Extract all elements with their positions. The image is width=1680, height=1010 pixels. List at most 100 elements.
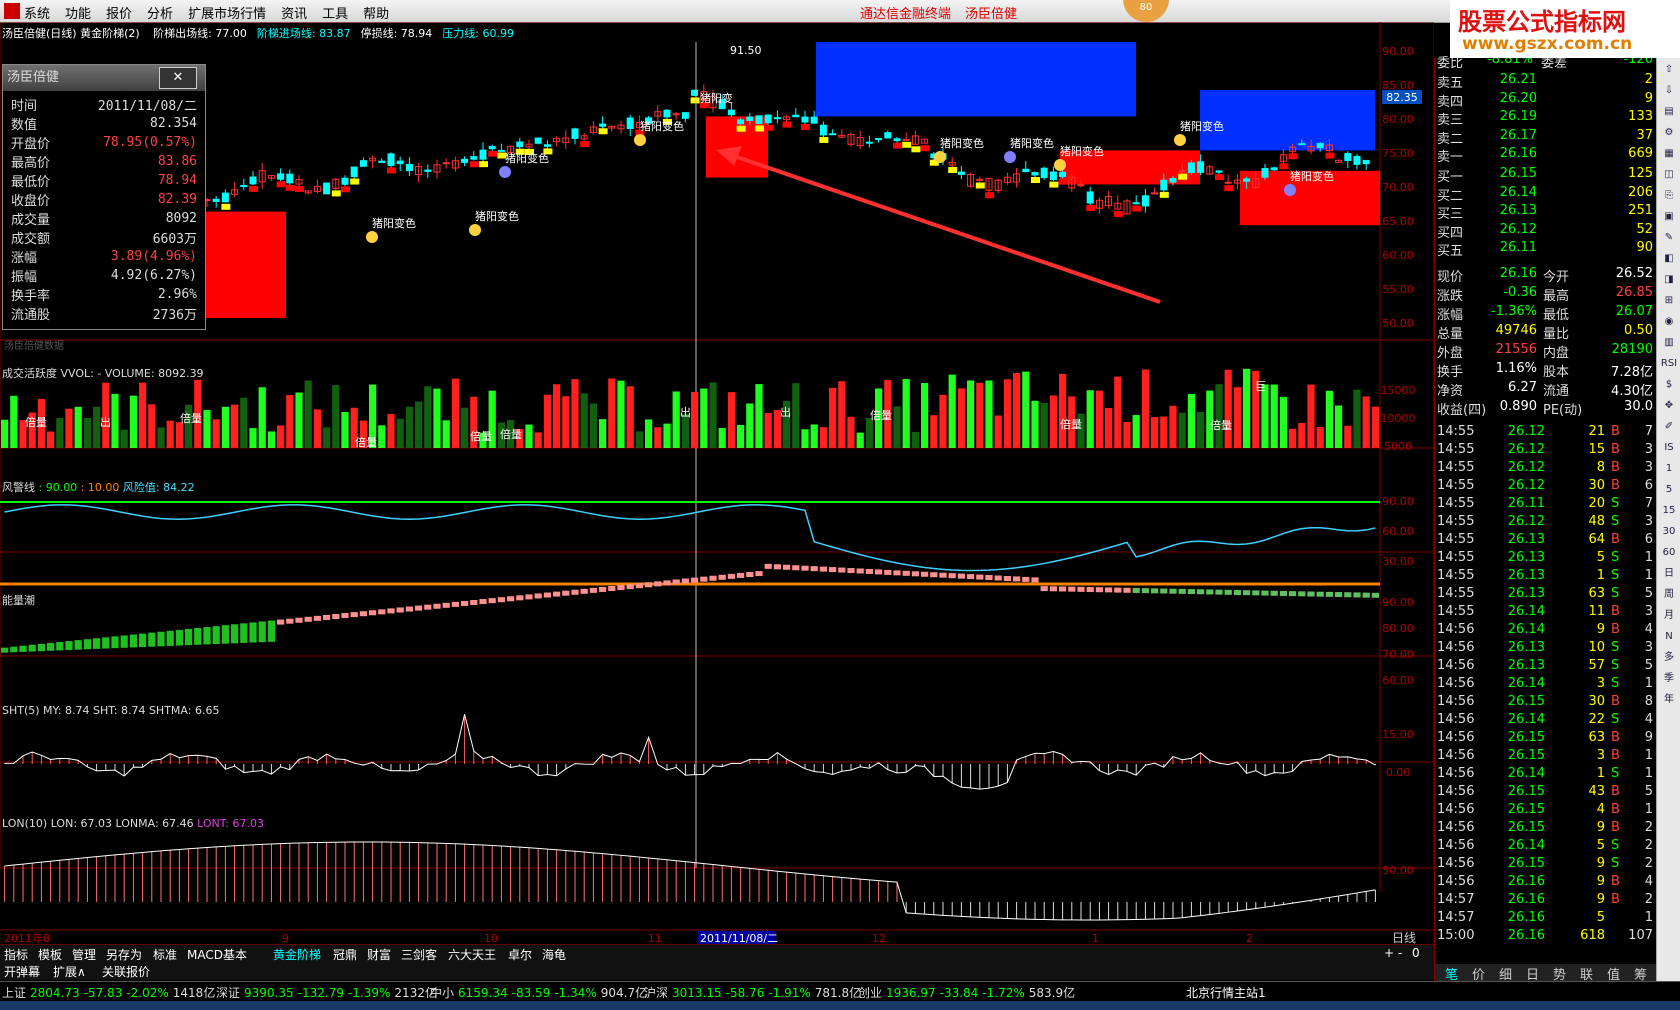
menu-item-6[interactable]: 工具 <box>322 3 348 22</box>
tick-time: 14:56 <box>1437 694 1475 709</box>
toolbar-icon-28[interactable]: 多 <box>1660 649 1678 667</box>
menu-item-3[interactable]: 分析 <box>147 3 173 22</box>
tab-control-1[interactable]: - <box>1398 946 1402 960</box>
toolbar-icon-16[interactable]: ✥ <box>1660 397 1678 415</box>
energy-bar <box>304 616 312 622</box>
signal-face-icon <box>934 151 946 163</box>
toolbar-icon-15[interactable]: $ <box>1660 376 1678 394</box>
toolbar-icon-8[interactable]: ✎ <box>1660 229 1678 247</box>
toolbar-icon-27[interactable]: N <box>1660 628 1678 646</box>
volume-label: 巨 <box>1255 380 1266 393</box>
data-row-key: 最高价 <box>11 156 51 171</box>
toolbar-icon-0[interactable]: ⇧ <box>1660 61 1678 79</box>
notification-badge[interactable]: 80 <box>1123 0 1169 22</box>
extra-tab-1[interactable]: 扩展∧ <box>53 963 86 980</box>
toolbar-icon-22[interactable]: 30 <box>1660 523 1678 541</box>
toolbar-icon-14[interactable]: RSI <box>1660 355 1678 373</box>
volume-bar <box>47 431 55 448</box>
indicator-tab-7[interactable]: 冠鼎 <box>333 946 357 963</box>
index-amt: 1418亿 <box>172 986 216 1000</box>
tick-volume: 5 <box>1596 838 1605 853</box>
toolbar-icon-17[interactable]: ✐ <box>1660 418 1678 436</box>
volume-bar <box>1022 371 1030 448</box>
indicator-tab-0[interactable]: 指标 <box>4 946 28 963</box>
toolbar-icon-19[interactable]: 1 <box>1660 460 1678 478</box>
toolbar-icon-10[interactable]: ◨ <box>1660 271 1678 289</box>
toolbar-icon-21[interactable]: 15 <box>1660 502 1678 520</box>
index-quote[interactable]: 上证 2804.73 -57.83 -2.02% 1418亿 <box>2 984 219 1001</box>
indicator-tab-6[interactable]: 黄金阶梯 <box>273 946 321 963</box>
toolbar-icon-20[interactable]: 5 <box>1660 481 1678 499</box>
toolbar-icon-30[interactable]: 年 <box>1660 691 1678 709</box>
energy-bar <box>884 569 892 575</box>
close-icon[interactable]: ✕ <box>159 67 197 89</box>
candle-body <box>1031 172 1039 176</box>
toolbar-icon-11[interactable]: ⊞ <box>1660 292 1678 310</box>
tab-control-0[interactable]: + <box>1384 946 1394 960</box>
menu-item-1[interactable]: 功能 <box>65 3 91 22</box>
indicator-tab-10[interactable]: 六大天王 <box>448 946 496 963</box>
toolbar-icon-24[interactable]: 日 <box>1660 565 1678 583</box>
indicator-tab-4[interactable]: 标准 <box>153 946 177 963</box>
toolbar-icon-26[interactable]: 月 <box>1660 607 1678 625</box>
toolbar-icon-2[interactable]: ▤ <box>1660 103 1678 121</box>
brand-url: www.gszx.com.cn <box>1462 34 1633 54</box>
volume-bar <box>10 395 18 448</box>
toolbar-icon-4[interactable]: ▦ <box>1660 145 1678 163</box>
toolbar-icon-5[interactable]: ◫ <box>1660 166 1678 184</box>
tick-row: 14:56 26.15 3 B 1 <box>1435 748 1657 766</box>
indicator-tab-1[interactable]: 模板 <box>38 946 62 963</box>
tick-volume: 618 <box>1580 928 1605 943</box>
toolbar-icon-29[interactable]: 季 <box>1660 670 1678 688</box>
indicator-tab-12[interactable]: 海龟 <box>542 946 566 963</box>
indicator-tab-3[interactable]: 另存为 <box>106 946 142 963</box>
toolbar-icon-18[interactable]: IS <box>1660 439 1678 457</box>
index-quote[interactable]: 沪深 3013.15 -58.76 -1.91% 781.8亿 <box>644 984 865 1001</box>
toolbar-icon-9[interactable]: ◧ <box>1660 250 1678 268</box>
tick-count: 3 <box>1644 514 1653 529</box>
candle-body <box>1086 191 1094 204</box>
tick-price: 26.16 <box>1507 874 1545 889</box>
indicator-tab-9[interactable]: 三剑客 <box>401 946 437 963</box>
energy-bar <box>1031 577 1039 583</box>
candle-body <box>442 162 450 165</box>
menu-item-0[interactable]: 系统 <box>24 3 50 22</box>
candle-body <box>212 198 220 202</box>
toolbar-icon-7[interactable]: ▣ <box>1660 208 1678 226</box>
index-pct: -1.72% <box>982 986 1025 1000</box>
indicator-tab-8[interactable]: 财富 <box>367 946 391 963</box>
candle-body <box>737 119 745 125</box>
menu-item-2[interactable]: 报价 <box>106 3 132 22</box>
data-window[interactable]: 汤臣倍健 ✕ 时间 2011/11/08/二 数值 82.354 开盘价 78.95(0.… <box>2 64 206 330</box>
volume-bar <box>801 429 809 448</box>
candle-body <box>727 109 735 116</box>
toolbar-icon-12[interactable]: ◉ <box>1660 313 1678 331</box>
menu-item-4[interactable]: 扩展市场行情 <box>188 3 266 22</box>
tab-control-2[interactable]: 0 <box>1412 946 1420 960</box>
bid-qty: 125 <box>1628 166 1653 181</box>
toolbar-icon-6[interactable]: ⎘ <box>1660 187 1678 205</box>
indicator-tab-2[interactable]: 管理 <box>72 946 96 963</box>
indicator-tab-11[interactable]: 卓尔 <box>508 946 532 963</box>
period-label[interactable]: 日线 <box>1392 931 1416 944</box>
index-quote[interactable]: 创业 1936.97 -33.84 -1.72% 583.9亿 <box>858 984 1079 1001</box>
tick-price: 26.16 <box>1507 928 1545 943</box>
menu-item-5[interactable]: 资讯 <box>281 3 307 22</box>
y-tick-label: 70.00 <box>1382 181 1414 194</box>
toolbar-icon-3[interactable]: ⚙ <box>1660 124 1678 142</box>
data-window-header[interactable]: 汤臣倍健 ✕ <box>3 65 205 91</box>
toolbar-icon-25[interactable]: 周 <box>1660 586 1678 604</box>
index-quote[interactable]: 深证 9390.35 -132.79 -1.39% 2132亿 <box>216 984 441 1001</box>
index-quote[interactable]: 中小 6159.34 -83.59 -1.34% 904.7亿 <box>430 984 651 1001</box>
volume-bar <box>976 382 984 448</box>
menu-item-7[interactable]: 帮助 <box>363 3 389 22</box>
candle-body <box>1022 168 1030 173</box>
chart-area[interactable]: 90.0085.0080.0075.0070.0065.0060.0055.00… <box>0 22 1434 944</box>
extra-tab-0[interactable]: 开弹幕 <box>4 963 40 980</box>
toolbar-icon-1[interactable]: ⇩ <box>1660 82 1678 100</box>
toolbar-icon-23[interactable]: 60 <box>1660 544 1678 562</box>
indicator-tab-5[interactable]: MACD基本 <box>187 946 247 963</box>
server-name[interactable]: 北京行情主站1 <box>1186 984 1266 1001</box>
extra-tab-2[interactable]: 关联报价 <box>102 963 150 980</box>
toolbar-icon-13[interactable]: ▥ <box>1660 334 1678 352</box>
